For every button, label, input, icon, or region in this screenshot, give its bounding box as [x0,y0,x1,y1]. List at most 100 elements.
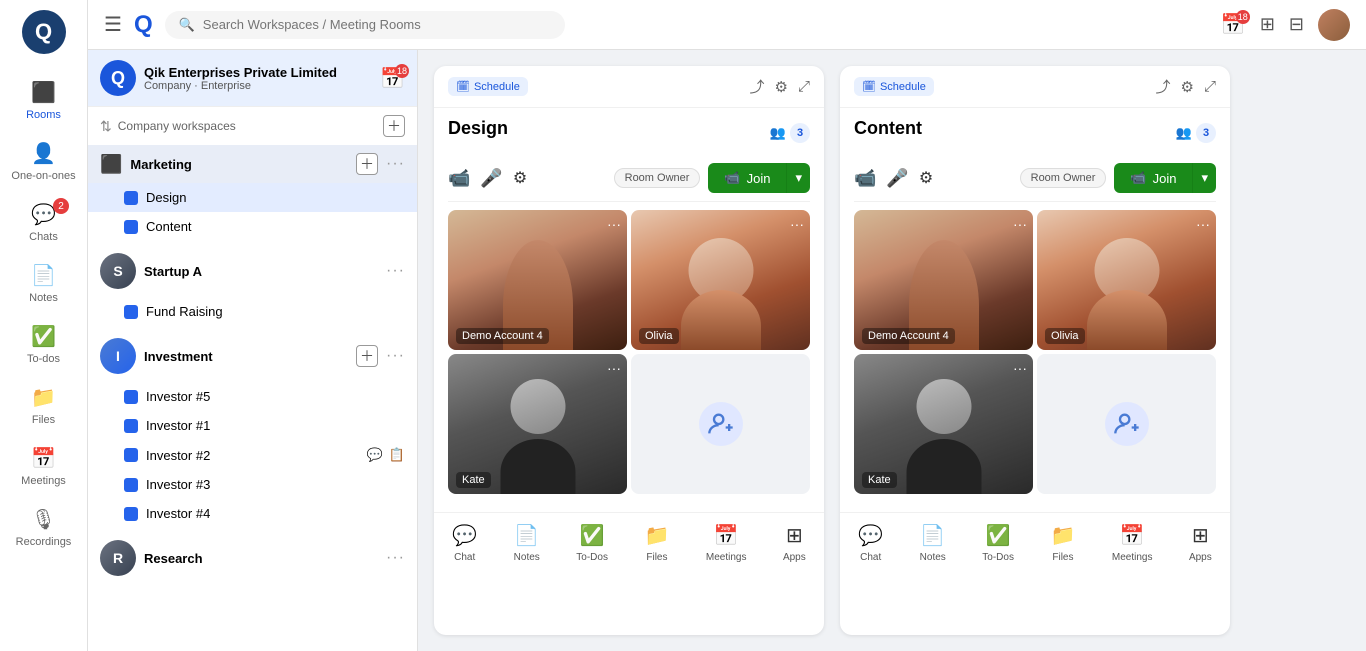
video-icon-design[interactable]: 📹 [448,168,470,189]
top-logo: Q [134,11,153,39]
content-wrapper: ☰ Q 🔍 📅 18 ⊞ ⊟ Q [88,0,1366,651]
nav-one-on-ones-label: One-on-ones [11,170,75,182]
nav-files[interactable]: 📁 Files [0,375,87,436]
kate-more-design[interactable]: ··· [607,360,621,376]
kate-more-content[interactable]: ··· [1013,360,1027,376]
room-investor1-dot [124,419,138,433]
toolbar-apps-content[interactable]: ⊞ Apps [1189,523,1212,563]
design-schedule-label: Schedule [474,81,520,93]
room-fundraising[interactable]: Fund Raising [88,297,417,326]
toolbar-meetings-content[interactable]: 📅 Meetings [1112,523,1153,563]
room-investor2[interactable]: Investor #2 💬 📋 [88,440,417,470]
demo-more-design[interactable]: ··· [607,216,621,232]
video-icon-content[interactable]: 📹 [854,168,876,189]
toolbar-notes-design[interactable]: 📄 Notes [514,523,540,563]
olivia-body-content [1087,290,1167,350]
toolbar-todos-design[interactable]: ✅ To-Dos [576,523,608,563]
more-research-button[interactable]: ··· [386,549,405,567]
toolbar-notes-content[interactable]: 📄 Notes [920,523,946,563]
kate-label-content: Kate [862,472,897,488]
nav-one-on-ones[interactable]: 👤 One-on-ones [0,131,87,192]
files-icon: 📁 [31,385,56,410]
kate-body-content [906,439,981,494]
video-cell-olivia-content: Olivia ··· [1037,210,1216,350]
video-cell-olivia-design: Olivia ··· [631,210,810,350]
company-text: Qik Enterprises Private Limited Company … [144,65,337,92]
toolbar-apps-design[interactable]: ⊞ Apps [783,523,806,563]
design-room-owner-badge: Room Owner [614,168,701,188]
search-input[interactable] [203,17,551,32]
toolbar-files-design[interactable]: 📁 Files [644,523,669,563]
settings2-icon-design[interactable]: ⚙ [513,168,527,188]
nav-recordings[interactable]: 🎙 Recordings [0,497,87,558]
settings2-icon-content[interactable]: ⚙ [919,168,933,188]
content-area: Q Qik Enterprises Private Limited Compan… [88,50,1366,651]
hamburger-button[interactable]: ☰ [104,12,122,37]
content-room-owner-badge: Room Owner [1020,168,1107,188]
video-cell-kate-design: Kate ··· [448,354,627,494]
layout-button[interactable]: ⊟ [1289,14,1304,35]
chat-label-content-tb: Chat [860,552,881,563]
toolbar-chat-design[interactable]: 💬 Chat [452,523,477,563]
expand-icon-design[interactable]: ⤢ [798,78,810,95]
toolbar-meetings-design[interactable]: 📅 Meetings [706,523,747,563]
settings-icon-content[interactable]: ⚙ [1181,78,1194,96]
content-schedule-badge[interactable]: 🗓 Schedule [854,77,934,96]
olivia-more-content[interactable]: ··· [1196,216,1210,232]
nav-todos[interactable]: ✅ To-dos [0,314,87,375]
room-investor5-left: Investor #5 [124,389,210,404]
nav-notes[interactable]: 📄 Notes [0,253,87,314]
room-content-title-row: Content 👥 3 [854,118,1216,147]
calendar-side-button[interactable]: 📅 18 [380,66,405,91]
workspace-startup-header[interactable]: S Startup A ··· [88,245,417,297]
add-workspace-button[interactable]: ＋ [383,115,405,137]
room-investor5[interactable]: Investor #5 [88,382,417,411]
room-investor2-left: Investor #2 [124,448,210,463]
more-marketing-button[interactable]: ··· [386,155,405,173]
room-investor4[interactable]: Investor #4 [88,499,417,528]
demo-more-content[interactable]: ··· [1013,216,1027,232]
share-icon-content[interactable]: ⤴ [1156,76,1171,97]
calendar-button[interactable]: 📅 18 [1221,12,1246,37]
room-design[interactable]: Design [88,183,417,212]
room-design-left: Design [124,190,186,205]
mic-icon-content[interactable]: 🎤 [886,168,908,189]
logo-text: Q [35,19,52,45]
nav-meetings[interactable]: 📅 Meetings [0,436,87,497]
design-schedule-badge[interactable]: 🗓 Schedule [448,77,528,96]
settings-icon-design[interactable]: ⚙ [775,78,788,96]
content-join-button[interactable]: 📹 Join [1114,163,1192,193]
more-startup-button[interactable]: ··· [386,262,405,280]
olivia-more-design[interactable]: ··· [790,216,804,232]
chats-badge: 2 [53,198,69,214]
workspace-research-header[interactable]: R Research ··· [88,532,417,584]
grid-view-button[interactable]: ⊞ [1260,14,1275,35]
toolbar-todos-content[interactable]: ✅ To-Dos [982,523,1014,563]
chat-icon-content-tb: 💬 [858,523,883,548]
video-cell-add-design[interactable] [631,354,810,494]
toolbar-files-content[interactable]: 📁 Files [1050,523,1075,563]
files-label-content-tb: Files [1052,552,1073,563]
share-icon-design[interactable]: ⤴ [750,76,765,97]
room-design-title-row: Design 👥 3 [448,118,810,147]
design-join-button[interactable]: 📹 Join [708,163,786,193]
video-cell-add-content[interactable] [1037,354,1216,494]
mic-icon-design[interactable]: 🎤 [480,168,502,189]
workspace-investment-header[interactable]: I Investment ＋ ··· [88,330,417,382]
room-content[interactable]: Content [88,212,417,241]
expand-icon-content[interactable]: ⤢ [1204,78,1216,95]
add-room-marketing-button[interactable]: ＋ [356,153,378,175]
room-investor1[interactable]: Investor #1 [88,411,417,440]
add-room-investment-button[interactable]: ＋ [356,345,378,367]
content-join-arrow[interactable]: ▾ [1192,163,1216,193]
user-avatar[interactable] [1318,9,1350,41]
toolbar-chat-content[interactable]: 💬 Chat [858,523,883,563]
room-investor3[interactable]: Investor #3 [88,470,417,499]
search-bar[interactable]: 🔍 [165,11,565,39]
design-join-arrow[interactable]: ▾ [786,163,810,193]
workspace-marketing-header[interactable]: ⬛ Marketing ＋ ··· [88,145,417,183]
nav-chats[interactable]: 2 💬 Chats [0,192,87,253]
workspace-research-actions: ··· [386,549,405,567]
more-investment-button[interactable]: ··· [386,347,405,365]
nav-rooms[interactable]: ⬛ Rooms [0,70,87,131]
